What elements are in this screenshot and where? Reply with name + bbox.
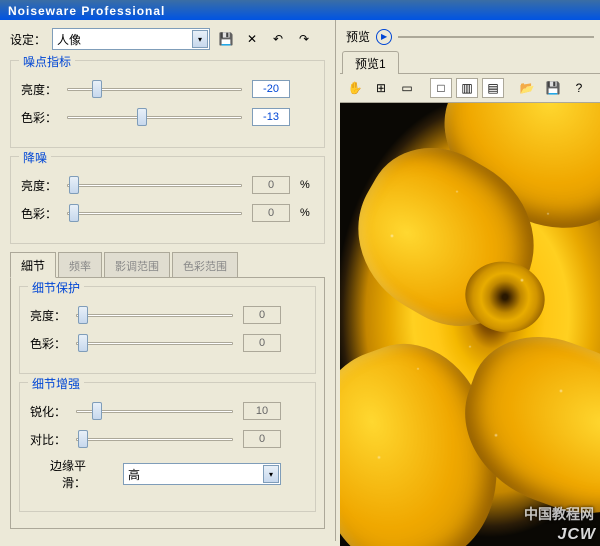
sharpen-value[interactable]: 10 — [243, 402, 281, 420]
window-title: Noiseware Professional — [8, 4, 165, 18]
color-value[interactable]: -13 — [252, 108, 290, 126]
brightness-slider[interactable] — [67, 79, 242, 99]
help-icon[interactable]: ? — [568, 78, 590, 98]
denoise-color-value[interactable]: 0 — [252, 204, 290, 222]
brightness-label: 亮度： — [21, 81, 57, 98]
chevron-down-icon: ▾ — [263, 465, 279, 483]
view-splith-icon[interactable]: ▤ — [482, 78, 504, 98]
preset-value: 人像 — [57, 31, 81, 48]
color-slider[interactable] — [67, 107, 242, 127]
denoise-brightness-value[interactable]: 0 — [252, 176, 290, 194]
tab-row: 細节 频率 影调范围 色彩范围 — [10, 252, 325, 278]
undo-icon[interactable]: ↶ — [268, 29, 288, 49]
percent-unit: % — [300, 179, 314, 191]
controls-panel: 设定： 人像 ▾ 💾 ✕ ↶ ↷ 噪点指标 亮度： -20 色彩： — [0, 20, 335, 541]
tab-detail[interactable]: 細节 — [10, 252, 56, 278]
preview-label: 预览 — [346, 28, 370, 45]
edge-smooth-dropdown[interactable]: 高 ▾ — [123, 463, 281, 485]
preview-tab-row: 预览1 — [340, 51, 600, 74]
detail-protect-legend: 细节保护 — [28, 279, 84, 296]
denoise-legend: 降噪 — [19, 149, 51, 166]
edge-smooth-label: 边缘平滑： — [30, 457, 86, 491]
dp-color-value[interactable]: 0 — [243, 334, 281, 352]
noise-index-legend: 噪点指标 — [19, 53, 75, 70]
redo-icon[interactable]: ↷ — [294, 29, 314, 49]
contrast-slider[interactable] — [76, 429, 233, 449]
contrast-value[interactable]: 0 — [243, 430, 281, 448]
dp-color-label: 色彩： — [30, 335, 66, 352]
play-icon[interactable]: ▶ — [376, 29, 392, 45]
settings-label: 设定： — [10, 31, 46, 48]
detail-enhance-legend: 细节增强 — [28, 375, 84, 392]
denoise-group: 降噪 亮度： 0 % 色彩： 0 % — [10, 156, 325, 244]
detail-protect-group: 细节保护 亮度： 0 色彩： 0 — [19, 286, 316, 374]
delete-icon[interactable]: ✕ — [242, 29, 262, 49]
save-icon[interactable]: 💾 — [216, 29, 236, 49]
denoise-brightness-label: 亮度： — [21, 177, 57, 194]
dp-brightness-label: 亮度： — [30, 307, 66, 324]
percent-unit: % — [300, 207, 314, 219]
sharpen-slider[interactable] — [76, 401, 233, 421]
tab-tone-range[interactable]: 影调范围 — [104, 252, 170, 277]
noise-index-group: 噪点指标 亮度： -20 色彩： -13 — [10, 60, 325, 148]
tab-frequency[interactable]: 频率 — [58, 252, 102, 277]
sharpen-label: 锐化： — [30, 403, 66, 420]
denoise-color-label: 色彩： — [21, 205, 57, 222]
tab-color-range[interactable]: 色彩范围 — [172, 252, 238, 277]
edge-smooth-value: 高 — [128, 466, 140, 483]
preview-image[interactable]: 中国教程网 JCW — [340, 103, 600, 546]
denoise-color-slider[interactable] — [67, 203, 242, 223]
preview-toolbar: ✋ ⊞ ▭ □ ▥ ▤ 📂 💾 ? — [340, 74, 600, 103]
view-splitv-icon[interactable]: ▥ — [456, 78, 478, 98]
color-label: 色彩： — [21, 109, 57, 126]
preview-seek[interactable] — [398, 36, 594, 38]
preview-header: 预览 ▶ — [340, 26, 600, 51]
dp-brightness-slider[interactable] — [76, 305, 233, 325]
view-single-icon[interactable]: □ — [430, 78, 452, 98]
preview-tab-1[interactable]: 预览1 — [342, 51, 399, 74]
watermark-text: 中国教程网 — [524, 504, 594, 524]
fit-icon[interactable]: ⊞ — [370, 78, 392, 98]
tab-content: 细节保护 亮度： 0 色彩： 0 — [10, 278, 325, 529]
preset-dropdown[interactable]: 人像 ▾ — [52, 28, 210, 50]
window-titlebar: Noiseware Professional — [0, 0, 600, 20]
open-icon[interactable]: 📂 — [516, 78, 538, 98]
denoise-brightness-slider[interactable] — [67, 175, 242, 195]
chevron-down-icon: ▾ — [192, 30, 208, 48]
brightness-value[interactable]: -20 — [252, 80, 290, 98]
region-icon[interactable]: ▭ — [396, 78, 418, 98]
settings-row: 设定： 人像 ▾ 💾 ✕ ↶ ↷ — [10, 28, 325, 50]
detail-enhance-group: 细节增强 锐化： 10 对比： 0 — [19, 382, 316, 512]
hand-tool-icon[interactable]: ✋ — [344, 78, 366, 98]
dp-color-slider[interactable] — [76, 333, 233, 353]
preview-panel: 预览 ▶ 预览1 ✋ ⊞ ▭ □ ▥ ▤ 📂 💾 ? — [335, 20, 600, 541]
save-preview-icon[interactable]: 💾 — [542, 78, 564, 98]
contrast-label: 对比： — [30, 431, 66, 448]
dp-brightness-value[interactable]: 0 — [243, 306, 281, 324]
watermark-logo: JCW — [557, 526, 596, 544]
